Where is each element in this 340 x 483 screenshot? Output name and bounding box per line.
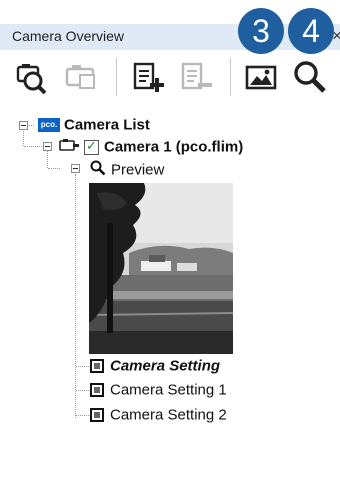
setting-label: Camera Setting — [110, 357, 221, 375]
image-preview-button[interactable] — [243, 58, 281, 96]
camera-disconnect-button[interactable] — [62, 58, 100, 96]
tree-connector — [48, 168, 60, 169]
add-setting-button[interactable] — [130, 58, 168, 96]
tree-item-camera-setting-1[interactable]: Camera Setting 1 — [90, 381, 227, 399]
callout-badge: 3 — [238, 8, 284, 54]
tree-item-camera-1[interactable]: ✓ Camera 1 (pco.flim) — [58, 137, 243, 157]
toolbar-separator — [116, 58, 117, 96]
document-add-icon — [130, 58, 168, 96]
tree-root-camera-list[interactable]: pco. Camera List — [38, 116, 150, 134]
setting-icon — [90, 359, 104, 374]
camera-search-icon — [12, 58, 50, 96]
setting-label: Camera Setting 2 — [110, 406, 227, 424]
toolbar-separator — [230, 58, 231, 96]
checkmark-icon: ✓ — [86, 137, 97, 153]
tree-connector — [47, 150, 48, 168]
panel-title: Camera Overview — [12, 28, 125, 44]
setting-label: Camera Setting 1 — [110, 381, 227, 399]
setting-icon — [90, 383, 104, 398]
document-remove-icon — [178, 58, 216, 96]
tree-connector — [76, 390, 89, 391]
collapse-toggle[interactable] — [19, 121, 28, 130]
collapse-toggle[interactable] — [43, 142, 52, 151]
magnifier-icon — [291, 58, 329, 96]
preview-image[interactable] — [89, 183, 233, 354]
camera-checkbox[interactable]: ✓ — [84, 137, 99, 155]
pco-logo-icon: pco. — [38, 118, 60, 133]
zoom-button[interactable] — [291, 58, 329, 96]
tree-item-camera-setting-2[interactable]: Camera Setting 2 — [90, 406, 227, 424]
search-camera-button[interactable] — [12, 58, 50, 96]
setting-icon — [90, 408, 104, 423]
tree-item-preview[interactable]: Preview — [90, 160, 164, 180]
toolbar — [0, 50, 340, 100]
tree-connector — [75, 174, 76, 418]
magnifier-icon — [90, 160, 106, 180]
tree-root-label: Camera List — [64, 116, 150, 134]
camera-icon — [62, 58, 100, 96]
callout-badge: 4 — [288, 8, 334, 54]
camera-label: Camera 1 (pco.flim) — [104, 138, 244, 156]
collapse-toggle[interactable] — [71, 164, 80, 173]
tree-connector — [23, 128, 24, 146]
camera-icon — [58, 137, 80, 157]
preview-label: Preview — [111, 161, 165, 179]
remove-setting-button[interactable] — [178, 58, 216, 96]
image-icon — [243, 58, 281, 96]
tree-item-camera-setting[interactable]: Camera Setting — [90, 357, 220, 375]
tree-connector — [76, 366, 89, 367]
tree-connector — [76, 415, 89, 416]
